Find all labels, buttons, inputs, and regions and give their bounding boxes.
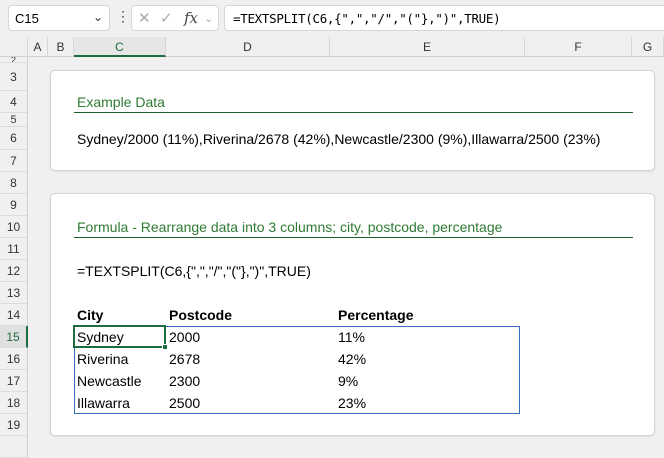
chevron-down-icon[interactable]: ⌄ [204, 12, 213, 25]
formula-text[interactable]: =TEXTSPLIT(C6,{",","/","("},")",TRUE) [77, 263, 311, 279]
formula-buttons: ✕ ✓ fx ⌄ [131, 5, 219, 31]
column-header-f[interactable]: F [525, 37, 632, 57]
row-header-19[interactable]: 19 [0, 414, 28, 436]
cell-city[interactable]: Newcastle [77, 370, 142, 392]
cell-percentage[interactable]: 23% [338, 392, 366, 414]
cell-city[interactable]: Illawarra [77, 392, 130, 414]
column-headers: A B C D E F G [0, 37, 664, 57]
active-cell-c15[interactable] [73, 325, 166, 348]
header-percentage[interactable]: Percentage [338, 307, 413, 323]
formula-input[interactable]: =TEXTSPLIT(C6,{",","/","("},")",TRUE) [224, 5, 664, 31]
row-header-13[interactable]: 13 [0, 282, 28, 304]
column-header-c[interactable]: C [74, 37, 166, 57]
row-header-12[interactable]: 12 [0, 260, 28, 282]
fill-handle[interactable] [162, 344, 168, 350]
row-header-20[interactable] [0, 436, 28, 458]
row-header-9[interactable]: 9 [0, 194, 28, 216]
header-city[interactable]: City [77, 307, 103, 323]
row-header-5[interactable]: 5 [0, 113, 28, 127]
heading-underline [74, 237, 633, 238]
column-header-b[interactable]: B [48, 37, 74, 57]
more-options-icon[interactable]: ⋮ [116, 8, 130, 25]
column-header-e[interactable]: E [330, 37, 525, 57]
cell-postcode[interactable]: 2678 [169, 348, 200, 370]
formula-bar-area: C15 ⌄ ⋮ ✕ ✓ fx ⌄ =TEXTSPLIT(C6,{",","/",… [0, 0, 664, 37]
insert-function-icon[interactable]: fx [184, 9, 198, 27]
column-header-a[interactable]: A [28, 37, 48, 57]
cell-postcode[interactable]: 2500 [169, 392, 200, 414]
cell-percentage[interactable]: 11% [338, 326, 365, 348]
name-box[interactable]: C15 ⌄ [8, 5, 110, 31]
cancel-icon[interactable]: ✕ [138, 9, 151, 27]
row-header-7[interactable]: 7 [0, 150, 28, 172]
heading-underline [74, 112, 633, 113]
enter-icon[interactable]: ✓ [160, 9, 173, 27]
column-header-g[interactable]: G [632, 37, 664, 57]
chevron-down-icon[interactable]: ⌄ [93, 10, 103, 24]
cell-postcode[interactable]: 2000 [169, 326, 200, 348]
select-all-button[interactable] [0, 37, 28, 57]
row-header-3[interactable]: 3 [0, 63, 28, 91]
example-data-text[interactable]: Sydney/2000 (11%),Riverina/2678 (42%),Ne… [77, 131, 600, 147]
cell-postcode[interactable]: 2300 [169, 370, 200, 392]
cell-percentage[interactable]: 9% [338, 370, 358, 392]
cell-city[interactable]: Riverina [77, 348, 128, 370]
row-header-15[interactable]: 15 [0, 326, 28, 348]
row-header-16[interactable]: 16 [0, 348, 28, 370]
row-header-18[interactable]: 18 [0, 392, 28, 414]
row-header-11[interactable]: 11 [0, 238, 28, 260]
row-header-4[interactable]: 4 [0, 91, 28, 113]
row-header-10[interactable]: 10 [0, 216, 28, 238]
row-header-17[interactable]: 17 [0, 370, 28, 392]
name-box-value: C15 [15, 11, 39, 26]
row-header-8[interactable]: 8 [0, 172, 28, 194]
header-postcode[interactable]: Postcode [169, 307, 232, 323]
example-data-heading: Example Data [77, 94, 165, 110]
row-header-14[interactable]: 14 [0, 304, 28, 326]
row-header-6[interactable]: 6 [0, 127, 28, 150]
formula-heading: Formula - Rearrange data into 3 columns;… [77, 219, 503, 235]
example-data-card [50, 70, 655, 171]
column-header-d[interactable]: D [166, 37, 330, 57]
cell-percentage[interactable]: 42% [338, 348, 366, 370]
